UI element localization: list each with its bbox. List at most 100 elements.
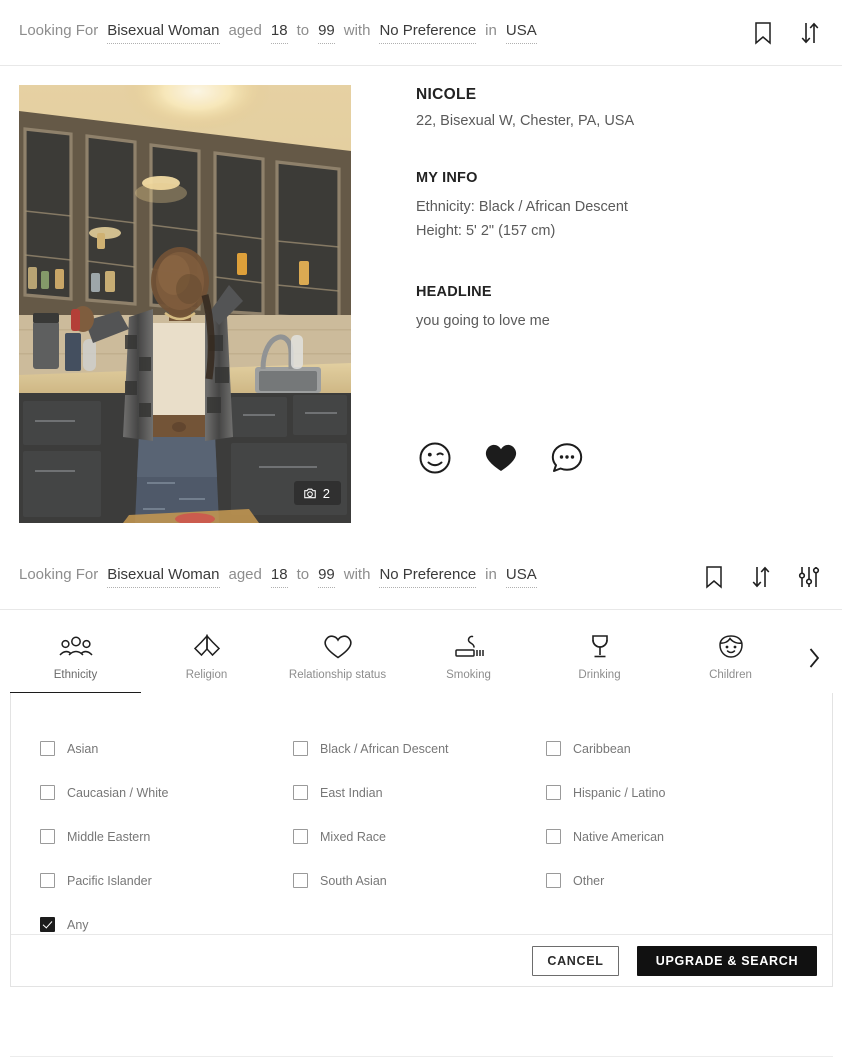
camera-icon [303, 486, 317, 500]
chevron-right-icon[interactable] [796, 647, 832, 693]
info-height: Height: 5' 2" (157 cm) [416, 223, 556, 240]
tab-relationship-status[interactable]: Relationship status [272, 634, 403, 693]
checkbox[interactable] [293, 873, 308, 888]
panel-footer: CANCEL UPGRADE & SEARCH [11, 934, 832, 986]
ethnicity-option-label: Hispanic / Latino [573, 785, 666, 800]
heart-outline-icon [322, 634, 354, 660]
checkbox[interactable] [546, 873, 561, 888]
tab-religion[interactable]: Religion [141, 634, 272, 693]
search-word-top-0: Looking For [19, 21, 99, 39]
bookmark-icon[interactable] [704, 565, 724, 589]
ethnicity-option-label: Mixed Race [320, 829, 386, 844]
section-heading-my-info: MY INFO [416, 170, 478, 186]
cigarette-icon [453, 634, 485, 660]
filter-sliders-icon[interactable] [798, 565, 820, 589]
search-value-top-3[interactable]: 18 [270, 22, 288, 44]
tab-label: Children [709, 669, 752, 681]
profile-photo[interactable]: 2 [19, 85, 351, 523]
search-word-top-6: with [343, 21, 371, 39]
search-value-top-9[interactable]: USA [505, 22, 537, 44]
ethnicity-option[interactable]: Asian [40, 741, 293, 756]
photo-count-badge: 2 [293, 481, 341, 505]
tab-smoking[interactable]: Smoking [403, 634, 534, 693]
checkbox[interactable] [546, 829, 561, 844]
search-phrase-top: Looking For Bisexual Woman aged 18 to 99 with N… [19, 22, 753, 44]
checkbox[interactable] [293, 741, 308, 756]
ethnicity-option[interactable]: Other [546, 873, 832, 888]
checkbox[interactable] [40, 785, 55, 800]
search-word-bottom-4: to [296, 565, 310, 583]
search-word-bottom-8: in [485, 565, 497, 583]
ethnicity-option-label: East Indian [320, 785, 383, 800]
chat-bubble-icon[interactable] [550, 441, 584, 475]
ethnicity-option[interactable]: Middle Eastern [40, 829, 293, 844]
ethnicity-options: Asian Black / African Descent Caribbean Cau… [11, 693, 832, 932]
ethnicity-option-label: South Asian [320, 873, 387, 888]
checkbox[interactable] [40, 741, 55, 756]
heart-icon[interactable] [483, 441, 519, 475]
profile-details: NICOLE 22, Bisexual W, Chester, PA, USA … [351, 85, 842, 544]
checkbox[interactable] [546, 785, 561, 800]
ethnicity-option[interactable]: Native American [546, 829, 832, 844]
ethnicity-option[interactable]: South Asian [293, 873, 546, 888]
people-group-icon [58, 634, 93, 660]
photo-count-value: 2 [322, 485, 330, 501]
search-word-bottom-0: Looking For [19, 565, 99, 583]
filter-tabs: Ethnicity Religion Relationship status S… [0, 610, 842, 694]
cancel-button[interactable]: CANCEL [532, 945, 619, 976]
info-ethnicity: Ethnicity: Black / African Descent [416, 199, 628, 215]
ethnicity-option[interactable]: Caribbean [546, 741, 832, 756]
ethnicity-option[interactable]: Pacific Islander [40, 873, 293, 888]
ethnicity-option[interactable]: Mixed Race [293, 829, 546, 844]
search-value-bottom-3[interactable]: 18 [270, 566, 288, 588]
search-value-top-5[interactable]: 99 [318, 22, 335, 44]
search-phrase-bottom: Looking For Bisexual Woman aged 18 to 99 with N… [19, 566, 704, 588]
search-value-bottom-7[interactable]: No Preference [379, 566, 477, 588]
bookmark-icon[interactable] [753, 21, 773, 45]
ethnicity-option[interactable]: Any [40, 917, 293, 932]
search-value-bottom-5[interactable]: 99 [318, 566, 335, 588]
sort-icon[interactable] [751, 565, 771, 589]
ethnicity-option[interactable]: Hispanic / Latino [546, 785, 832, 800]
wink-icon[interactable] [418, 441, 452, 475]
search-word-top-8: in [485, 21, 497, 39]
search-bar-top-icons [753, 21, 824, 45]
tab-label: Religion [185, 669, 228, 681]
tab-drinking[interactable]: Drinking [534, 634, 665, 693]
checkbox[interactable] [293, 785, 308, 800]
search-bar-bottom: Looking For Bisexual Woman aged 18 to 99 with N… [0, 544, 842, 610]
search-value-top-7[interactable]: No Preference [379, 22, 477, 44]
checkbox[interactable] [293, 829, 308, 844]
profile-photo-image [19, 85, 351, 523]
search-bar-bottom-icons [704, 565, 824, 589]
child-face-icon [716, 634, 746, 660]
headline-text: you going to love me [416, 313, 550, 330]
wine-glass-icon [586, 634, 614, 660]
checkbox[interactable] [40, 873, 55, 888]
section-heading-headline: HEADLINE [416, 284, 492, 301]
tab-ethnicity[interactable]: Ethnicity [10, 634, 141, 694]
ethnicity-option[interactable]: East Indian [293, 785, 546, 800]
profile-summary: 22, Bisexual W, Chester, PA, USA [416, 113, 635, 129]
tab-children[interactable]: Children [665, 634, 796, 693]
ethnicity-filter-panel: Asian Black / African Descent Caribbean Cau… [10, 693, 833, 987]
search-value-bottom-1[interactable]: Bisexual Woman [107, 566, 220, 588]
search-word-bottom-2: aged [228, 565, 262, 583]
tab-label: Relationship status [288, 669, 387, 681]
search-value-bottom-9[interactable]: USA [505, 566, 537, 588]
checkbox[interactable] [40, 829, 55, 844]
search-value-top-1[interactable]: Bisexual Woman [107, 22, 220, 44]
ethnicity-option[interactable]: Caucasian / White [40, 785, 293, 800]
profile-card: 2 NICOLE 22, Bisexual W, Chester, PA, US… [0, 66, 842, 544]
search-word-top-2: aged [228, 21, 262, 39]
ethnicity-option[interactable]: Black / African Descent [293, 741, 546, 756]
upgrade-and-search-button[interactable]: UPGRADE & SEARCH [637, 945, 817, 976]
app-root: Looking For Bisexual Woman aged 18 to 99 with N… [0, 0, 842, 1059]
ethnicity-option-label: Black / African Descent [320, 741, 449, 756]
ethnicity-option-label: Pacific Islander [67, 873, 152, 888]
checkbox-checked[interactable] [40, 917, 55, 932]
ethnicity-option-label: Caribbean [573, 741, 631, 756]
sort-icon[interactable] [800, 21, 820, 45]
ethnicity-option-label: Other [573, 873, 605, 888]
checkbox[interactable] [546, 741, 561, 756]
